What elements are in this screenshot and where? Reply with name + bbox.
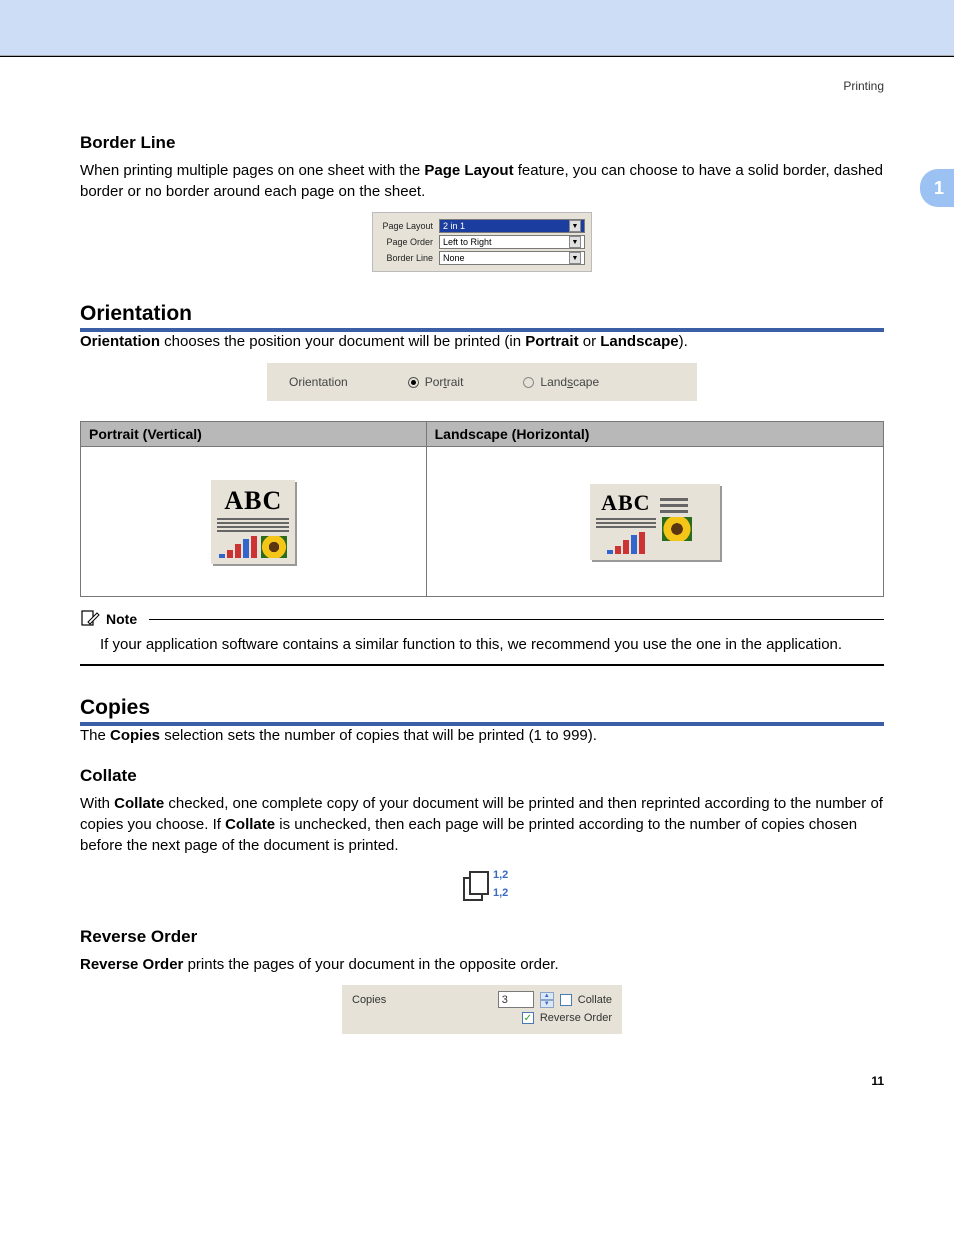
collate-text: With Collate checked, one complete copy … <box>80 794 884 856</box>
chevron-up-icon: ▲ <box>540 992 554 1000</box>
input-value: 3 <box>502 994 508 1006</box>
chapter-badge: 1 <box>920 169 954 207</box>
chevron-down-icon: ▼ <box>569 236 581 248</box>
text: selection sets the number of copies that… <box>160 727 597 744</box>
reverse-order-text: Reverse Order prints the pages of your d… <box>80 955 884 976</box>
check-icon: ✓ <box>524 1013 532 1024</box>
portrait-page-thumb: ABC <box>211 480 295 564</box>
collate-icon-label: 1,2 <box>493 869 508 881</box>
orientation-comparison-table: Portrait (Vertical) Landscape (Horizonta… <box>80 421 884 597</box>
text-bold: Collate <box>114 795 164 812</box>
border-line-heading: Border Line <box>80 133 884 153</box>
table-header-landscape: Landscape (Horizontal) <box>426 422 883 447</box>
select-value: None <box>443 253 465 263</box>
text: ). <box>679 333 688 350</box>
copies-label: Copies <box>352 994 492 1006</box>
note-end-rule <box>80 664 884 666</box>
text-bold: Portrait <box>525 333 578 350</box>
page-layout-figure: Page Layout 2 in 1 ▼ Page Order Left to R… <box>80 212 884 272</box>
radio-label: Portrait <box>425 375 464 389</box>
select-value: 2 in 1 <box>443 221 465 231</box>
radio-unselected-icon <box>523 377 534 388</box>
collate-checkbox-label: Collate <box>578 994 612 1006</box>
copies-text: The Copies selection sets the number of … <box>80 726 884 747</box>
note-rule <box>149 619 884 620</box>
text-bold: Landscape <box>600 333 678 350</box>
top-separator <box>0 56 954 57</box>
landscape-cell: ABC <box>426 447 883 597</box>
orientation-text: Orientation chooses the position your do… <box>80 332 884 353</box>
top-band <box>0 0 954 56</box>
chevron-down-icon: ▼ <box>569 220 581 232</box>
border-line-select[interactable]: None ▼ <box>439 251 585 265</box>
copies-figure: Copies 3 ▲▼ Collate ✓ Reverse Order <box>80 985 884 1034</box>
page-number: 11 <box>80 1074 884 1088</box>
collate-checkbox[interactable] <box>560 994 572 1006</box>
landscape-radio[interactable]: Landscape <box>523 375 599 389</box>
collate-icon-label: 1,2 <box>493 887 508 899</box>
portrait-radio[interactable]: Portrait <box>408 375 464 389</box>
collate-stack-icon: 1,2 1,2 <box>457 867 507 907</box>
page-order-label: Page Order <box>379 237 439 247</box>
doc-hlines-icon <box>660 498 692 513</box>
orientation-figure: Orientation Portrait Landscape <box>80 363 884 401</box>
chevron-down-icon: ▼ <box>540 1000 554 1008</box>
radio-selected-icon <box>408 377 419 388</box>
note-text: If your application software contains a … <box>100 635 884 656</box>
reverse-order-checkbox-label: Reverse Order <box>540 1012 612 1024</box>
text-bold: Reverse Order <box>80 956 183 973</box>
orientation-heading: Orientation <box>80 302 884 326</box>
landscape-page-thumb: ABC <box>590 484 720 560</box>
text: prints the pages of your document in the… <box>183 956 558 973</box>
radio-label: Landscape <box>540 375 599 389</box>
text-bold: Collate <box>225 816 275 833</box>
doc-abc-label: ABC <box>217 486 289 516</box>
reverse-order-checkbox[interactable]: ✓ <box>522 1012 534 1024</box>
collate-heading: Collate <box>80 766 884 786</box>
doc-lines-icon <box>217 518 289 532</box>
chevron-down-icon: ▼ <box>569 252 581 264</box>
text: or <box>579 333 601 350</box>
running-header: Printing <box>80 79 884 93</box>
text: When printing multiple pages on one shee… <box>80 162 424 179</box>
text-bold: Orientation <box>80 333 160 350</box>
text: chooses the position your document will … <box>160 333 525 350</box>
select-value: Left to Right <box>443 237 492 247</box>
text: With <box>80 795 114 812</box>
page-layout-select[interactable]: 2 in 1 ▼ <box>439 219 585 233</box>
border-line-text: When printing multiple pages on one shee… <box>80 161 884 202</box>
doc-chart-icon <box>217 536 289 558</box>
border-line-label: Border Line <box>379 253 439 263</box>
doc-chart-icon <box>596 532 656 554</box>
note-pencil-icon <box>80 609 100 629</box>
copies-input[interactable]: 3 <box>498 991 534 1008</box>
doc-abc-label: ABC <box>596 490 656 516</box>
portrait-cell: ABC <box>81 447 427 597</box>
copies-spinner[interactable]: ▲▼ <box>540 992 554 1008</box>
copies-heading: Copies <box>80 696 884 720</box>
copies-dialog: Copies 3 ▲▼ Collate ✓ Reverse Order <box>342 985 622 1034</box>
text-bold: Copies <box>110 727 160 744</box>
collate-icon-figure: 1,2 1,2 <box>80 867 884 907</box>
reverse-order-heading: Reverse Order <box>80 927 884 947</box>
sunflower-icon <box>662 517 692 541</box>
orientation-label: Orientation <box>289 375 348 389</box>
sunflower-icon <box>261 536 287 558</box>
doc-lines-icon <box>596 518 656 528</box>
text: The <box>80 727 110 744</box>
note-header: Note <box>80 609 884 629</box>
note-title: Note <box>106 611 137 627</box>
page-order-select[interactable]: Left to Right ▼ <box>439 235 585 249</box>
text-bold: Page Layout <box>424 162 513 179</box>
page-layout-label: Page Layout <box>379 221 439 231</box>
page-layout-dialog: Page Layout 2 in 1 ▼ Page Order Left to R… <box>372 212 592 272</box>
table-header-portrait: Portrait (Vertical) <box>81 422 427 447</box>
orientation-dialog: Orientation Portrait Landscape <box>267 363 697 401</box>
page-content: Printing 1 Border Line When printing mul… <box>0 59 954 1118</box>
